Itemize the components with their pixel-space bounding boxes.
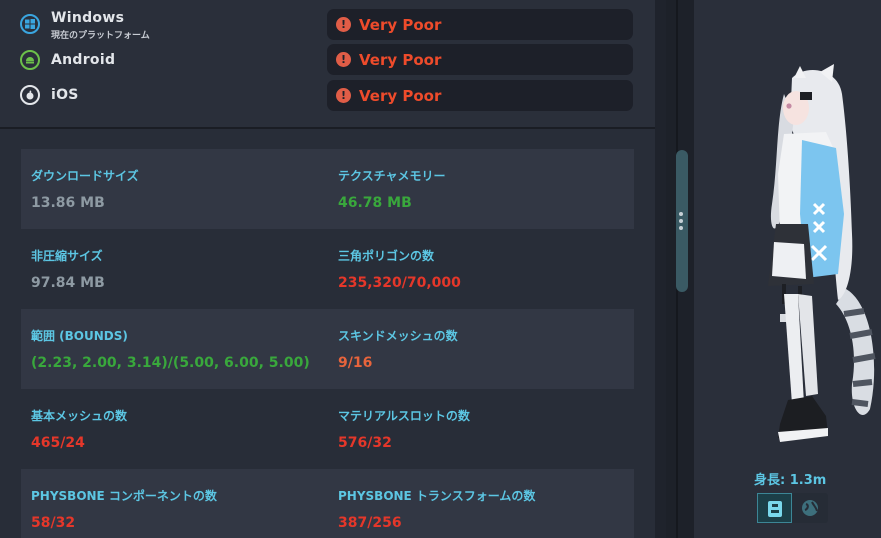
windows-icon	[20, 14, 40, 34]
body-view-icon	[768, 501, 782, 517]
drag-handle-dot[interactable]	[679, 212, 683, 216]
stat-label: 三角ポリゴンの数	[338, 249, 435, 263]
stat-label: 基本メッシュの数	[31, 409, 128, 423]
warning-icon: !	[336, 88, 351, 103]
stat-value: 9/16	[338, 355, 373, 371]
stat-value: 58/32	[31, 515, 76, 531]
stat-label: PHYSBONE トランスフォームの数	[338, 489, 536, 503]
stat-row: ダウンロードサイズ 13.86 MB テクスチャメモリー 46.78 MB	[21, 149, 634, 229]
stat-value: 235,320/70,000	[338, 275, 461, 291]
stat-row: 基本メッシュの数 465/24 マテリアルスロットの数 576/32	[21, 389, 634, 469]
platform-name: iOS	[51, 87, 79, 103]
stat-row: PHYSBONE コンポーネントの数 58/32 PHYSBONE トランスフォ…	[21, 469, 634, 538]
platform-ratings: Windows 現在のプラットフォーム Android iOS ! Very P…	[0, 0, 655, 129]
stat-label: テクスチャメモリー	[338, 169, 446, 183]
warning-icon: !	[336, 52, 351, 67]
stat-label: スキンドメッシュの数	[338, 329, 458, 343]
stat-label: ダウンロードサイズ	[31, 169, 139, 183]
rating-badge-ios[interactable]: ! Very Poor	[327, 80, 633, 111]
current-platform-note: 現在のプラットフォーム	[51, 31, 150, 41]
drag-handle-dot[interactable]	[679, 226, 683, 230]
body-view-button[interactable]	[757, 493, 792, 523]
stat-row: 範囲 (BOUNDS) (2.23, 2.00, 3.14)/(5.00, 6.…	[21, 309, 634, 389]
stat-value: (2.23, 2.00, 3.14)/(5.00, 6.00, 5.00)	[31, 355, 310, 371]
stat-value: 97.84 MB	[31, 275, 105, 291]
rating-label: Very Poor	[359, 87, 442, 105]
performance-panel: Windows 現在のプラットフォーム Android iOS ! Very P…	[0, 0, 655, 538]
platform-name: Android	[51, 52, 116, 68]
stat-value: 465/24	[31, 435, 85, 451]
rating-badge-android[interactable]: ! Very Poor	[327, 44, 633, 75]
view-toggle	[757, 493, 828, 523]
rating-label: Very Poor	[359, 51, 442, 69]
warning-icon: !	[336, 17, 351, 32]
globe-view-button[interactable]	[793, 493, 828, 523]
avatar-preview-panel: 身長: 1.3m	[694, 0, 881, 538]
stats-table: ダウンロードサイズ 13.86 MB テクスチャメモリー 46.78 MB 非圧…	[21, 149, 634, 538]
avatar-preview[interactable]	[754, 64, 879, 456]
stat-label: 範囲 (BOUNDS)	[31, 329, 128, 343]
avatar-height: 身長: 1.3m	[754, 473, 827, 488]
drag-handle-dot[interactable]	[679, 219, 683, 223]
stat-value: 387/256	[338, 515, 402, 531]
stat-value: 576/32	[338, 435, 392, 451]
rating-label: Very Poor	[359, 16, 442, 34]
android-icon	[20, 50, 40, 70]
stat-row: 非圧縮サイズ 97.84 MB 三角ポリゴンの数 235,320/70,000	[21, 229, 634, 309]
stat-value: 13.86 MB	[31, 195, 105, 211]
platform-name: Windows	[51, 10, 125, 26]
rating-badge-windows[interactable]: ! Very Poor	[327, 9, 633, 40]
stat-label: PHYSBONE コンポーネントの数	[31, 489, 217, 503]
globe-view-icon	[802, 500, 818, 516]
stat-label: 非圧縮サイズ	[31, 249, 103, 263]
apple-icon	[20, 85, 40, 105]
stat-label: マテリアルスロットの数	[338, 409, 470, 423]
stat-value: 46.78 MB	[338, 195, 412, 211]
